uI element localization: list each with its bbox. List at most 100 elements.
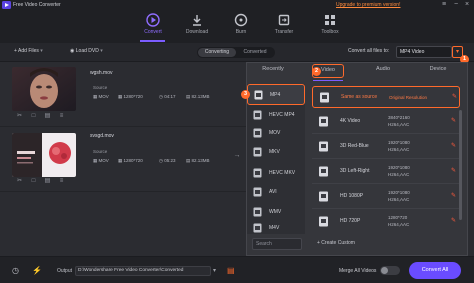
resolution-row-same-as-source[interactable]: Same as source Original Resolution ✎ xyxy=(312,86,460,108)
tab-device[interactable]: Device xyxy=(423,66,453,72)
format-name: MP4 xyxy=(270,92,281,98)
effects-icon[interactable]: ▤ xyxy=(44,178,51,185)
resolution-value: 1280*720 H264,AAC xyxy=(388,215,410,227)
convert-icon xyxy=(146,13,160,27)
merge-all-label: Merge All Videos xyxy=(339,268,377,274)
video-file-icon xyxy=(253,207,262,217)
edit-icon[interactable]: ✎ xyxy=(451,217,459,225)
edit-icon[interactable]: ✎ xyxy=(451,142,459,150)
resolution-row[interactable]: HD 720P 1280*720 H264,AAC ✎ xyxy=(312,209,460,234)
tab-converted[interactable]: Converted xyxy=(236,48,274,57)
step-badge: 2 xyxy=(312,67,321,76)
edit-icon[interactable]: ✎ xyxy=(451,167,459,175)
format-name: M4V xyxy=(269,225,280,231)
video-thumbnail[interactable] xyxy=(12,67,76,111)
format-item-hevc-mkv[interactable]: HEVC MKV xyxy=(247,163,305,184)
resolution-name: 4K Video xyxy=(340,118,361,124)
file-duration: ◷ 04:17 xyxy=(159,94,176,99)
resolution-row[interactable]: HD 1080P 1920*1080 H264,AAC ✎ xyxy=(312,184,460,209)
subtitle-icon[interactable]: ≡ xyxy=(58,113,65,120)
video-file-icon xyxy=(254,90,263,100)
create-custom-button[interactable]: + Create Custom xyxy=(317,240,355,246)
clock-icon: ◷ xyxy=(159,94,163,99)
tab-audio[interactable]: Audio xyxy=(368,66,398,72)
high-speed-icon[interactable]: ⚡ xyxy=(32,266,42,276)
video-file-icon xyxy=(253,128,262,138)
cut-icon[interactable]: ✂ xyxy=(16,178,23,185)
open-folder-icon[interactable]: ▤ xyxy=(227,266,237,276)
resolution-name: 3D Left-Right xyxy=(340,168,370,174)
load-dvd-label: Load DVD xyxy=(75,48,99,54)
chevron-down-icon[interactable]: ▾ xyxy=(213,266,221,276)
nav-label: Download xyxy=(185,29,209,35)
subtitle-icon[interactable]: ≡ xyxy=(58,178,65,185)
format-item-mp4[interactable]: MP4 xyxy=(247,84,305,105)
crop-icon[interactable]: □ xyxy=(30,113,37,120)
convert-all-button[interactable]: Convert All xyxy=(409,262,461,279)
menu-icon[interactable]: ≡ xyxy=(440,1,448,9)
nav-download[interactable]: Download xyxy=(177,10,217,43)
cut-icon[interactable]: ✂ xyxy=(16,113,23,120)
nav-burn[interactable]: Burn xyxy=(221,10,261,43)
resolution-name: 3D Red-Blue xyxy=(340,143,369,149)
active-tab-indicator xyxy=(140,40,165,42)
format-name: MOV xyxy=(269,130,281,136)
video-file-icon xyxy=(253,168,262,178)
video-file-icon xyxy=(253,187,262,197)
resolution-value: 1920*1080 H264,AAC xyxy=(388,165,410,177)
file-size: ▤ 82.13MB xyxy=(186,158,210,163)
source-label: Source xyxy=(93,85,108,90)
edit-icon[interactable]: ✎ xyxy=(452,93,460,101)
format-item-mkv[interactable]: MKV xyxy=(247,142,305,163)
dvd-icon: ◉ xyxy=(70,48,75,54)
divider xyxy=(0,191,246,192)
edit-icon[interactable]: ✎ xyxy=(451,117,459,125)
folder-icon: ▤ xyxy=(186,158,191,163)
add-files-button[interactable]: + Add Files ▾ xyxy=(14,48,43,54)
active-tab-indicator xyxy=(313,80,343,81)
resolution-value: 1920*1080 H264,AAC xyxy=(388,190,410,202)
resolution-row[interactable]: 3D Left-Right 1920*1080 H264,AAC ✎ xyxy=(312,159,460,184)
panel-scrollbar[interactable] xyxy=(459,110,462,220)
format-search-input[interactable]: Search xyxy=(252,238,302,250)
format-name: AVI xyxy=(269,189,277,195)
format-item-mov[interactable]: MOV xyxy=(247,123,305,144)
file-format: ▦ MOV xyxy=(93,94,109,99)
minimize-icon[interactable]: − xyxy=(452,1,460,9)
file-name: svsgd.mov xyxy=(90,133,114,139)
folder-icon: ▤ xyxy=(186,94,191,99)
format-name: WMV xyxy=(269,209,282,215)
toggle-knob xyxy=(381,267,388,274)
file-size: ▤ 82.13MB xyxy=(186,94,210,99)
close-icon[interactable]: × xyxy=(463,1,471,9)
video-thumbnail[interactable] xyxy=(12,133,76,177)
video-file-icon xyxy=(320,92,329,103)
format-item-avi[interactable]: AVI xyxy=(247,182,305,203)
schedule-icon[interactable]: ◷ xyxy=(12,266,22,276)
nav-convert[interactable]: Convert xyxy=(133,10,173,43)
nav-label: Toolbox xyxy=(321,29,339,35)
output-format-select[interactable]: MP4 Video xyxy=(396,46,452,58)
load-dvd-button[interactable]: ◉ Load DVD ▾ xyxy=(70,48,103,54)
burn-icon xyxy=(234,13,248,27)
tab-recently[interactable]: Recently xyxy=(258,66,288,72)
tab-converting[interactable]: Converting xyxy=(198,48,236,57)
effects-icon[interactable]: ▤ xyxy=(44,113,51,120)
title-bar xyxy=(0,0,474,10)
nav-transfer[interactable]: Transfer xyxy=(264,10,304,43)
format-name: HEVC MKV xyxy=(269,170,296,176)
resolution-icon: ▦ xyxy=(118,94,123,99)
step-badge: 3 xyxy=(241,90,250,99)
nav-toolbox[interactable]: Toolbox xyxy=(310,10,350,43)
crop-icon[interactable]: □ xyxy=(30,178,37,185)
resolution-row[interactable]: 4K Video 3840*2160 H264,AAC ✎ xyxy=(312,109,460,134)
video-file-icon xyxy=(253,110,262,120)
resolution-name: HD 720P xyxy=(340,218,361,224)
resolution-row[interactable]: 3D Red-Blue 1920*1080 H264,AAC ✎ xyxy=(312,134,460,159)
upgrade-link[interactable]: Upgrade to premium version! xyxy=(336,2,400,8)
video-file-icon xyxy=(319,191,328,202)
output-path-field[interactable]: D:\Wondershare Free Video Converter\Conv… xyxy=(75,266,211,276)
format-item-m4v[interactable]: M4V xyxy=(247,218,305,239)
add-icon: + xyxy=(14,48,17,54)
edit-icon[interactable]: ✎ xyxy=(451,192,459,200)
